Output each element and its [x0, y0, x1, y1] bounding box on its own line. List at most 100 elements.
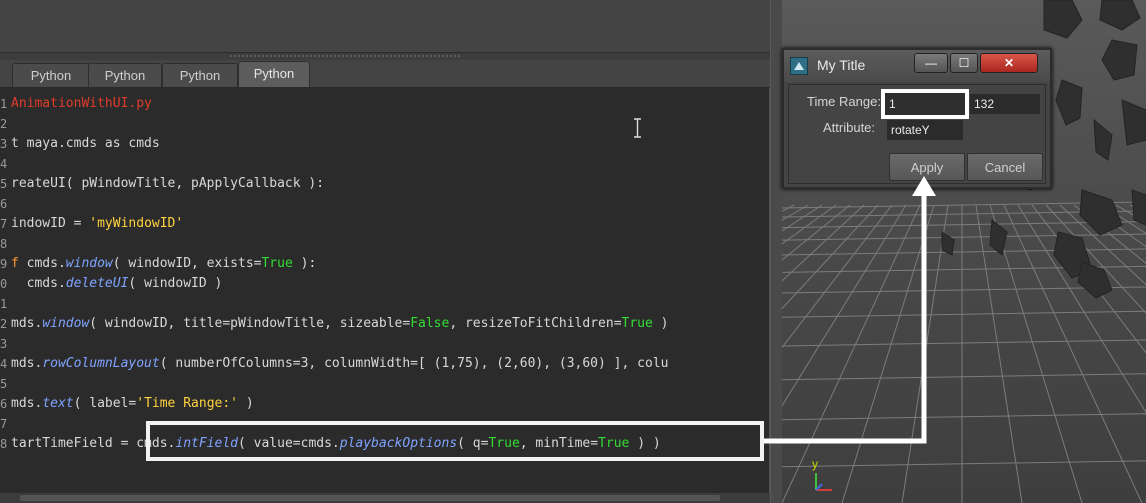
hex-shape — [1121, 99, 1146, 146]
code-token: True — [621, 316, 653, 331]
code-token: rowColumnLayout — [42, 356, 160, 371]
code-token: t maya.cmds as cmds — [11, 136, 160, 151]
grid-line — [841, 204, 935, 503]
code-text: mds.window( windowID, title=pWindowTitle… — [11, 314, 668, 334]
code-text: f cmds.window( windowID, exists=True ): — [11, 254, 316, 274]
line-number: 8 — [0, 237, 8, 251]
apply-button[interactable]: Apply — [889, 153, 965, 181]
script-tab-bar: Python Python Python Python — [0, 60, 778, 88]
window-title: My Title — [817, 57, 866, 73]
tab-python-3[interactable]: Python — [162, 63, 238, 87]
code-text: reateUI( pWindowTitle, pApplyCallback ): — [11, 174, 324, 194]
code-token: mds. — [11, 356, 43, 371]
hex-shape — [1079, 189, 1123, 236]
hex-shape — [1099, 0, 1141, 31]
highlight-box-code — [146, 421, 764, 461]
code-token: tartTimeField = — [11, 436, 137, 451]
line-number: 4 — [0, 157, 8, 171]
hex-shape — [1101, 39, 1138, 81]
maximize-button[interactable]: ☐ — [950, 53, 978, 73]
grid-line — [782, 413, 1146, 421]
cancel-button[interactable]: Cancel — [967, 153, 1043, 181]
line-number: 3 — [0, 137, 8, 151]
line-number: 1 — [0, 297, 8, 311]
code-token: ) — [238, 396, 254, 411]
window-titlebar[interactable]: My Title — ☐ ✕ — [784, 50, 1050, 82]
line-number: 1 — [0, 97, 8, 111]
hex-shape — [1043, 0, 1083, 39]
line-number: 5 — [0, 177, 8, 191]
my-title-window[interactable]: My Title — ☐ ✕ Time Range: 1 132 Attribu… — [782, 48, 1052, 189]
code-token: 'Time Range:' — [136, 396, 238, 411]
grid-line — [782, 204, 879, 310]
code-token: ): — [292, 256, 317, 271]
grid-line — [782, 233, 1146, 241]
tab-python-1[interactable]: Python — [12, 63, 90, 87]
code-token: AnimationWithUI.py — [11, 96, 152, 111]
code-text: cmds.deleteUI( windowID ) — [11, 274, 223, 294]
code-token: f — [11, 256, 19, 271]
line-number: 2 — [0, 317, 8, 331]
line-number: 8 — [0, 437, 8, 451]
grid-line — [782, 204, 837, 245]
horizontal-scrollbar[interactable] — [0, 493, 770, 503]
code-token: True — [261, 256, 293, 271]
time-range-label: Time Range: — [807, 94, 881, 109]
code-token: ( windowID ) — [128, 276, 223, 291]
code-token: indowID = — [11, 216, 90, 231]
line-number: 7 — [0, 217, 8, 231]
hex-shape — [989, 219, 1008, 256]
code-token: ( numberOfColumns=3, columnWidth=[ (1,75… — [159, 356, 669, 371]
code-text: t maya.cmds as cmds — [11, 134, 160, 154]
code-token: window — [65, 256, 113, 271]
tab-python-4-active[interactable]: Python — [238, 61, 310, 87]
line-number: 5 — [0, 377, 8, 391]
grid-line — [1129, 204, 1146, 215]
line-number: 2 — [0, 117, 8, 131]
attribute-field[interactable]: rotateY — [887, 120, 963, 140]
code-token: False — [410, 316, 450, 331]
grid-line — [782, 310, 1146, 318]
line-number: 4 — [0, 357, 8, 371]
code-token: ( label= — [73, 396, 137, 411]
scrollbar-thumb[interactable] — [20, 495, 720, 501]
code-token: reateUI( pWindowTitle, pApplyCallback ): — [11, 176, 325, 191]
code-token: ) — [652, 316, 669, 331]
line-number: 9 — [0, 257, 8, 271]
tab-python-2[interactable]: Python — [88, 63, 162, 87]
code-text: indowID = 'myWindowID' — [11, 214, 183, 234]
editor-output-area — [0, 0, 778, 52]
minimize-button[interactable]: — — [914, 53, 948, 73]
code-token: cmds. — [11, 276, 66, 291]
grid-line — [782, 460, 1146, 468]
close-button[interactable]: ✕ — [980, 53, 1038, 73]
grid-line — [782, 339, 1146, 347]
code-token: 'myWindowID' — [89, 216, 184, 231]
code-token: mds. — [11, 396, 43, 411]
grid-line — [901, 204, 949, 503]
line-number: 6 — [0, 197, 8, 211]
code-token: text — [42, 396, 74, 411]
code-token: window — [42, 316, 90, 331]
attribute-label: Attribute: — [823, 120, 876, 135]
grid-line — [782, 204, 795, 213]
code-text: mds.rowColumnLayout( numberOfColumns=3, … — [11, 354, 668, 374]
splitter-grip[interactable] — [230, 55, 460, 59]
grid-line — [782, 373, 1146, 381]
hex-shape — [1093, 118, 1113, 161]
hex-shape — [1131, 189, 1146, 226]
text-cursor-icon — [634, 118, 641, 138]
code-token: mds. — [11, 316, 43, 331]
line-number: 0 — [0, 277, 8, 291]
code-token: , resizeToFitChildren= — [449, 316, 622, 331]
hex-shape — [1055, 79, 1083, 126]
start-time-field[interactable]: 1 — [881, 89, 969, 119]
code-text: mds.text( label='Time Range:' ) — [11, 394, 254, 414]
line-number: 7 — [0, 417, 8, 431]
hex-shape — [941, 231, 955, 256]
grid-line — [782, 204, 907, 407]
grid-line — [782, 204, 921, 503]
end-time-field[interactable]: 132 — [970, 94, 1040, 114]
maya-app-icon — [790, 57, 808, 75]
axis-y-label: y — [812, 457, 818, 471]
